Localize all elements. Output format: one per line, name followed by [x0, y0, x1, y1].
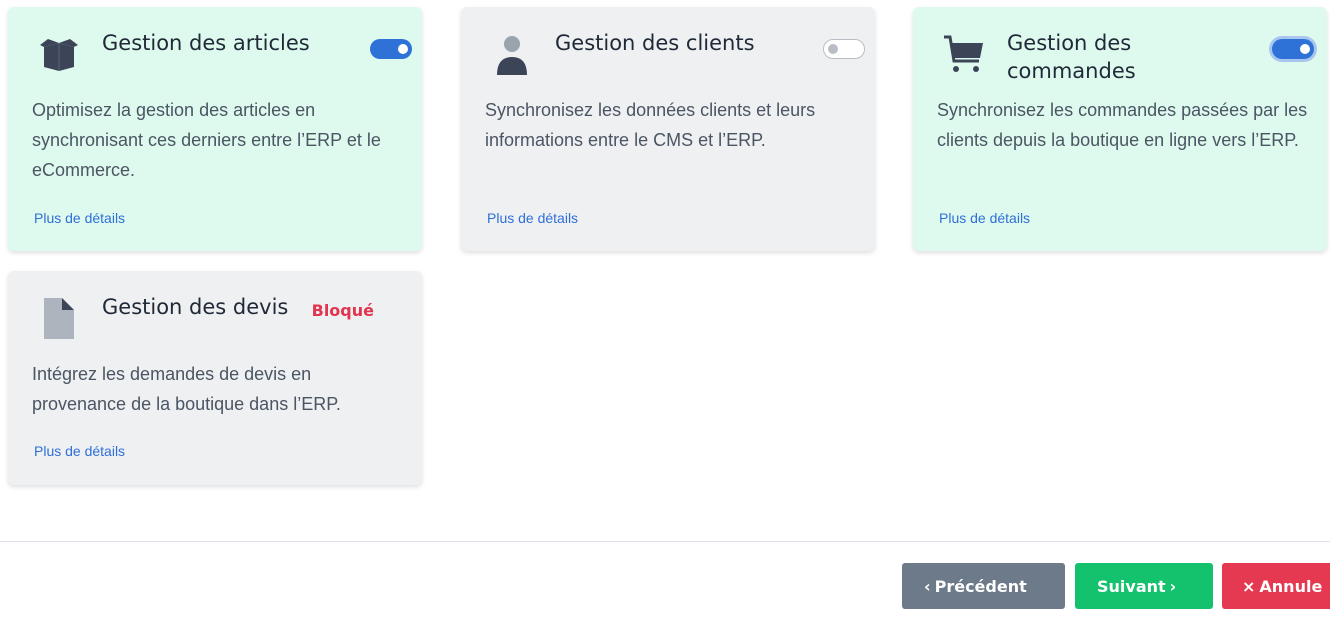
- chevron-left-icon: ‹: [924, 576, 931, 596]
- module-title: Gestion des devis: [102, 295, 289, 319]
- details-link-articles[interactable]: Plus de détails: [34, 210, 125, 226]
- module-card-devis: Gestion des devis Bloqué Intégrez les de…: [8, 271, 422, 485]
- module-toggle-commandes[interactable]: [1272, 39, 1314, 59]
- details-link-devis[interactable]: Plus de détails: [34, 443, 125, 459]
- next-button[interactable]: Suivant ›: [1075, 563, 1213, 609]
- details-link-commandes[interactable]: Plus de détails: [939, 210, 1030, 226]
- box-icon: [36, 31, 82, 77]
- module-toggle-articles[interactable]: [370, 39, 412, 59]
- cancel-label: Annule: [1259, 576, 1323, 596]
- close-icon: ×: [1242, 576, 1256, 596]
- module-card-articles: Gestion des articles Optimisez la gestio…: [8, 7, 422, 251]
- status-badge-blocked: Bloqué: [311, 301, 374, 320]
- cart-icon: [941, 31, 987, 77]
- module-card-clients: Gestion des clients Synchronisez les don…: [461, 7, 875, 251]
- module-toggle-clients[interactable]: [823, 39, 865, 59]
- module-description: Optimisez la gestion des articles en syn…: [32, 100, 381, 180]
- module-description: Synchronisez les commandes passées par l…: [937, 100, 1308, 150]
- footer-divider: [0, 541, 1330, 542]
- previous-button[interactable]: ‹ Précédent: [902, 563, 1065, 609]
- document-icon: [36, 295, 82, 341]
- module-description: Synchronisez les données clients et leur…: [485, 100, 816, 150]
- cancel-button[interactable]: × Annule: [1222, 563, 1330, 609]
- module-title: Gestion des articles: [102, 31, 310, 55]
- previous-label: Précédent: [934, 576, 1027, 596]
- next-label: Suivant: [1097, 576, 1166, 596]
- module-title: Gestion des clients: [555, 31, 755, 55]
- module-title: Gestion des commandes: [1007, 31, 1136, 83]
- user-icon: [489, 31, 535, 77]
- module-description: Intégrez les demandes de devis en proven…: [32, 364, 341, 414]
- details-link-clients[interactable]: Plus de détails: [487, 210, 578, 226]
- module-card-commandes: Gestion des commandes Synchronisez les c…: [913, 7, 1327, 251]
- chevron-right-icon: ›: [1169, 576, 1177, 596]
